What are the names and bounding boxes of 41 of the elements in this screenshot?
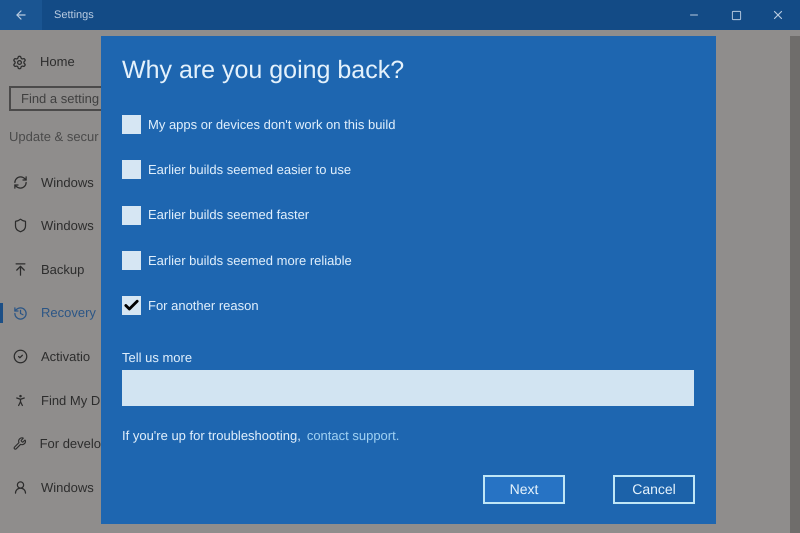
option-label: Earlier builds seemed more reliable <box>148 252 352 270</box>
section-heading: Update & secur <box>8 128 100 146</box>
check-circle-icon <box>13 349 28 364</box>
contact-support-link[interactable]: contact support. <box>306 426 400 446</box>
upload-icon <box>13 262 28 277</box>
sidebar-item[interactable]: For develo <box>0 422 101 466</box>
gear-icon <box>12 54 27 70</box>
dialog-title: Why are you going back? <box>122 55 406 86</box>
person-icon <box>13 392 28 408</box>
search-field[interactable]: Find a setting <box>9 86 101 111</box>
option-label: Earlier builds seemed faster <box>148 206 310 224</box>
sidebar-item[interactable]: Windows <box>0 160 101 204</box>
scrollbar[interactable] <box>790 36 800 533</box>
checkbox[interactable] <box>122 115 141 134</box>
sidebar-item[interactable]: Activatio <box>0 334 101 378</box>
option-label: Earlier builds seemed easier to use <box>148 161 352 180</box>
maximize-icon <box>730 10 742 20</box>
sync-icon <box>13 174 28 190</box>
checkbox[interactable] <box>122 206 141 225</box>
checkbox[interactable] <box>122 160 141 180</box>
dialog-button[interactable]: Next <box>483 475 565 504</box>
dialog-button[interactable]: Cancel <box>613 475 695 504</box>
input-field[interactable] <box>122 370 694 406</box>
field-label: Tell us more <box>122 349 194 368</box>
user-icon <box>13 480 28 495</box>
window-title: Settings <box>54 8 94 23</box>
checkbox[interactable] <box>122 296 141 316</box>
option-label: For another reason <box>148 297 259 316</box>
sidebar-item[interactable]: Backup <box>0 248 101 292</box>
sidebar-item[interactable]: Home <box>0 50 101 74</box>
sidebar-item[interactable]: Windows <box>0 466 101 510</box>
history-icon <box>13 306 28 321</box>
shield-icon <box>13 218 28 234</box>
sidebar-item[interactable]: Windows <box>0 204 101 248</box>
close-icon <box>771 8 785 22</box>
sidebar-item[interactable]: Find My D <box>0 378 101 422</box>
option-label: My apps or devices don't work on this build <box>148 116 396 134</box>
wrench-icon <box>13 436 27 452</box>
checkbox[interactable] <box>122 251 141 270</box>
hint-text: If you're up for troubleshooting, <box>122 426 301 445</box>
sidebar-item[interactable]: Recovery <box>0 291 101 335</box>
